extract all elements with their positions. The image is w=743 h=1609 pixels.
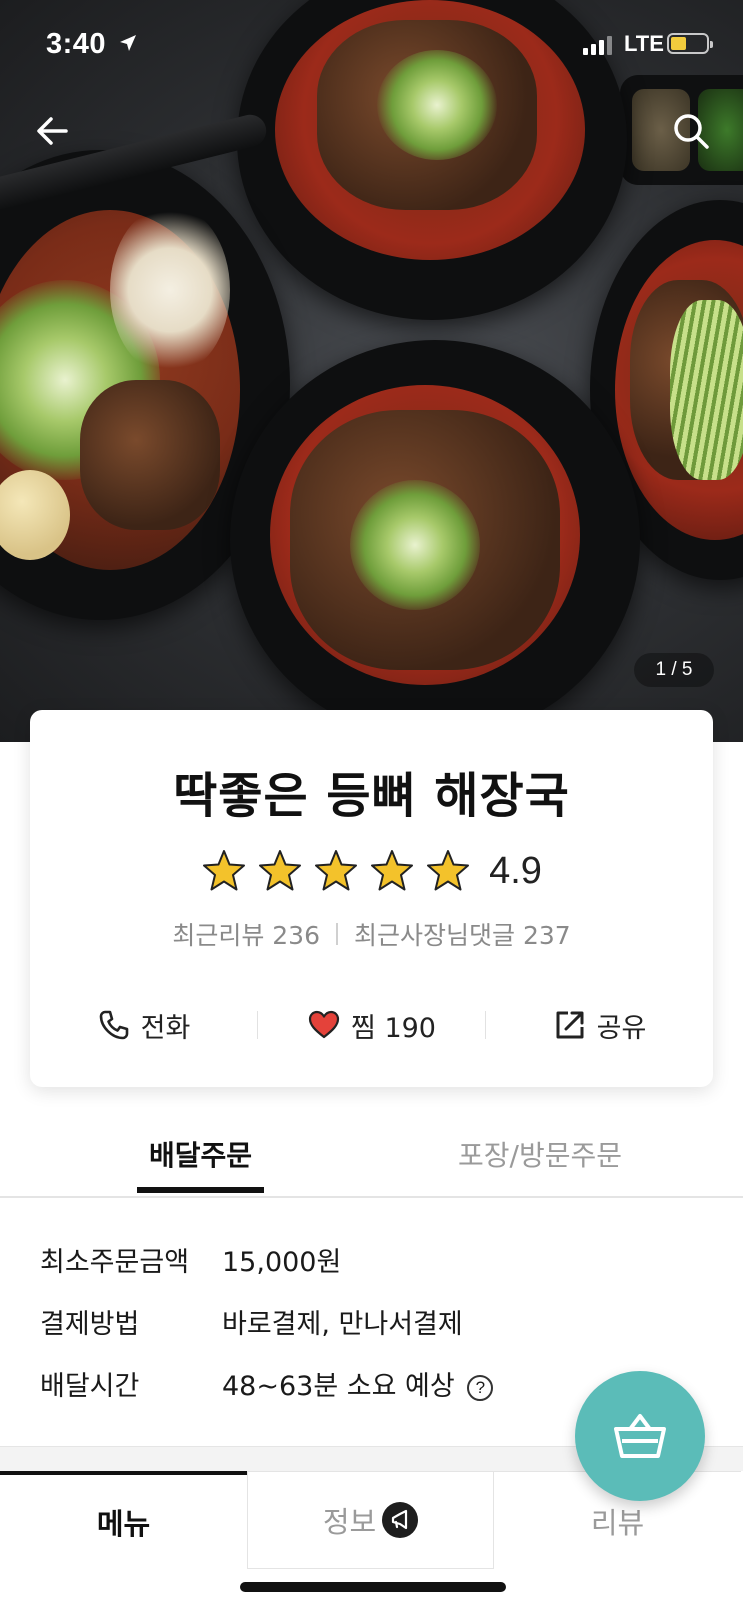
active-tab-indicator <box>137 1187 264 1193</box>
status-time: 3:40 <box>46 28 107 60</box>
megaphone-icon <box>382 1502 419 1538</box>
rating-row: 4.9 <box>30 848 713 894</box>
store-info-card: 딱좋은 등뼈 해장국 4.9 최근리뷰 236 최근사장님댓글 237 전화 찜… <box>30 710 713 1087</box>
heart-icon <box>308 1010 340 1039</box>
cellular-signal-icon <box>583 36 612 55</box>
help-icon[interactable]: ? <box>467 1375 494 1401</box>
owner-replies-link[interactable]: 최근사장님댓글 237 <box>354 916 571 952</box>
delivery-time-value: 48~63분 소요 예상 <box>222 1371 455 1402</box>
phone-icon <box>99 1010 128 1040</box>
review-counts: 최근리뷰 236 최근사장님댓글 237 <box>30 916 713 952</box>
order-type-tabs: 배달주문 포장/방문주문 <box>0 1122 743 1198</box>
min-order-row: 최소주문금액 15,000원 <box>40 1240 680 1280</box>
network-type: LTE <box>624 31 664 56</box>
share-label: 공유 <box>596 1012 647 1044</box>
rating-value: 4.9 <box>489 849 542 892</box>
store-name: 딱좋은 등뼈 해장국 <box>173 768 570 824</box>
star-icon <box>203 850 246 891</box>
like-count: 찜 190 <box>351 1012 436 1044</box>
share-icon <box>556 1011 584 1039</box>
delivery-time-row: 배달시간 48~63분 소요 예상 ? <box>40 1364 680 1404</box>
home-indicator <box>240 1582 506 1592</box>
tab-info-label: 정보 <box>322 1505 377 1539</box>
tab-menu[interactable]: 메뉴 <box>0 1471 247 1569</box>
tab-menu-label: 메뉴 <box>96 1507 151 1541</box>
star-icon <box>259 850 302 891</box>
tab-pickup-order[interactable]: 포장/방문주문 <box>440 1134 640 1174</box>
delivery-time-label: 배달시간 <box>40 1371 140 1402</box>
share-button[interactable]: 공유 <box>486 1006 713 1045</box>
payment-label: 결제방법 <box>40 1309 140 1340</box>
tab-review-label: 리뷰 <box>590 1505 645 1540</box>
delivery-time-value-wrap: 48~63분 소요 예상 ? <box>222 1364 494 1403</box>
back-arrow-icon[interactable] <box>30 108 76 154</box>
star-icon <box>371 850 414 891</box>
store-actions: 전화 찜 190 공유 <box>30 1000 713 1050</box>
search-icon[interactable] <box>668 108 714 154</box>
tab-delivery-order[interactable]: 배달주문 <box>137 1134 264 1174</box>
tab-info[interactable]: 정보 <box>247 1471 494 1569</box>
bowl-image <box>237 0 627 320</box>
bowl-image <box>230 340 640 740</box>
basket-icon <box>614 1414 666 1458</box>
star-icon <box>315 850 358 891</box>
recent-reviews-link[interactable]: 최근리뷰 236 <box>172 916 320 952</box>
star-icon <box>427 850 470 891</box>
min-order-value: 15,000원 <box>222 1247 342 1278</box>
payment-row: 결제방법 바로결제, 만나서결제 <box>40 1302 680 1342</box>
location-arrow-icon <box>120 35 136 51</box>
call-button[interactable]: 전화 <box>30 1006 257 1045</box>
photo-pager-badge: 1 / 5 <box>634 653 714 687</box>
cart-button[interactable] <box>575 1371 705 1501</box>
battery-icon <box>667 33 713 54</box>
store-photo-carousel[interactable]: 3:40 LTE 1 / 5 <box>0 0 743 742</box>
call-label: 전화 <box>140 1012 191 1044</box>
min-order-label: 최소주문금액 <box>40 1247 190 1278</box>
divider <box>336 923 338 945</box>
like-button[interactable]: 찜 190 <box>258 1006 485 1045</box>
payment-value: 바로결제, 만나서결제 <box>222 1309 463 1340</box>
